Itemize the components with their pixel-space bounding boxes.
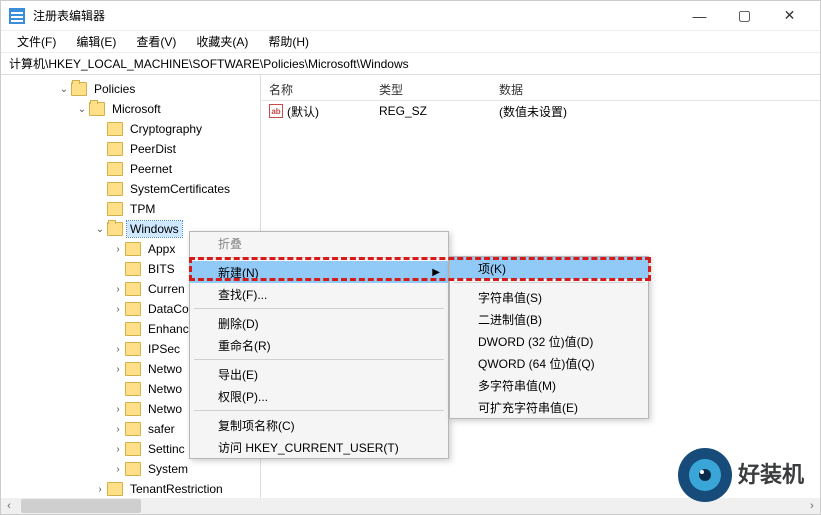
folder-icon [71,82,87,96]
chevron-right-icon[interactable]: › [111,444,125,455]
window: 注册表编辑器 — ▢ ✕ 文件(F) 编辑(E) 查看(V) 收藏夹(A) 帮助… [0,0,821,515]
ctx-new-multistring[interactable]: 多字符串值(M) [450,374,648,396]
chevron-right-icon[interactable]: › [111,404,125,415]
value-row[interactable]: ab (默认) REG_SZ (数值未设置) [261,101,820,121]
folder-icon [125,302,141,316]
folder-icon [107,142,123,156]
tree-item[interactable]: Peernet [1,159,260,179]
chevron-down-icon[interactable]: ⌄ [93,224,107,235]
folder-icon [125,462,141,476]
regedit-icon [9,8,25,24]
chevron-right-icon[interactable]: › [111,364,125,375]
value-name: (默认) [287,103,319,120]
chevron-right-icon[interactable]: › [111,424,125,435]
menu-favorites[interactable]: 收藏夹(A) [188,31,256,52]
chevron-right-icon[interactable]: › [111,284,125,295]
folder-icon [107,222,123,236]
ctx-new-dword[interactable]: DWORD (32 位)值(D) [450,330,648,352]
tree-item[interactable]: SystemCertificates [1,179,260,199]
chevron-right-icon[interactable]: › [111,344,125,355]
context-submenu-new: 项(K) 字符串值(S) 二进制值(B) DWORD (32 位)值(D) QW… [449,256,649,419]
ctx-collapse[interactable]: 折叠 [190,232,448,254]
tree-item[interactable]: PeerDist [1,139,260,159]
ctx-permissions[interactable]: 权限(P)... [190,385,448,407]
folder-icon [125,242,141,256]
window-title: 注册表编辑器 [33,7,677,24]
separator [194,308,444,309]
separator [194,257,444,258]
ctx-goto-hkcu[interactable]: 访问 HKEY_CURRENT_USER(T) [190,436,448,458]
separator [454,282,644,283]
folder-icon [125,402,141,416]
watermark-logo: 好装机 [678,448,804,502]
scroll-left-icon[interactable]: ‹ [1,500,17,512]
value-type: REG_SZ [379,104,499,118]
menu-help[interactable]: 帮助(H) [260,31,317,52]
folder-icon [125,262,141,276]
scroll-thumb[interactable] [21,499,141,513]
column-headers: 名称 类型 数据 [261,79,820,101]
chevron-right-icon[interactable]: › [111,244,125,255]
tree-item-policies[interactable]: ⌄Policies [1,79,260,99]
address-text: 计算机\HKEY_LOCAL_MACHINE\SOFTWARE\Policies… [9,55,409,72]
folder-icon [125,342,141,356]
ctx-new-qword[interactable]: QWORD (64 位)值(Q) [450,352,648,374]
titlebar: 注册表编辑器 — ▢ ✕ [1,1,820,31]
menu-view[interactable]: 查看(V) [128,31,184,52]
submenu-arrow-icon: ▶ [432,267,440,278]
col-data[interactable]: 数据 [499,81,820,98]
close-button[interactable]: ✕ [767,2,812,30]
folder-icon [125,422,141,436]
chevron-down-icon[interactable]: ⌄ [75,104,89,115]
tree-item[interactable]: TPM [1,199,260,219]
window-controls: — ▢ ✕ [677,2,812,30]
ctx-export[interactable]: 导出(E) [190,363,448,385]
ctx-new-expandstring[interactable]: 可扩充字符串值(E) [450,396,648,418]
logo-text: 好装机 [738,464,804,486]
menu-edit[interactable]: 编辑(E) [68,31,124,52]
ctx-new-binary[interactable]: 二进制值(B) [450,308,648,330]
ctx-new[interactable]: 新建(N)▶ [190,261,448,283]
menubar: 文件(F) 编辑(E) 查看(V) 收藏夹(A) 帮助(H) [1,31,820,53]
folder-icon [107,182,123,196]
folder-icon [125,362,141,376]
ctx-find[interactable]: 查找(F)... [190,283,448,305]
folder-icon [89,102,105,116]
folder-icon [125,282,141,296]
chevron-right-icon[interactable]: › [111,304,125,315]
folder-icon [125,382,141,396]
value-data: (数值未设置) [499,103,820,120]
tree-scrollbar[interactable]: ‹ › [1,498,261,514]
string-value-icon: ab [269,104,283,118]
folder-icon [107,202,123,216]
ctx-delete[interactable]: 删除(D) [190,312,448,334]
tree-item[interactable]: ›TenantRestriction [1,479,260,499]
folder-icon [125,442,141,456]
ctx-rename[interactable]: 重命名(R) [190,334,448,356]
tree-item[interactable]: ›System [1,459,260,479]
col-type[interactable]: 类型 [379,81,499,98]
chevron-right-icon[interactable]: › [93,484,107,495]
ctx-new-string[interactable]: 字符串值(S) [450,286,648,308]
tree-item[interactable]: Cryptography [1,119,260,139]
address-bar[interactable]: 计算机\HKEY_LOCAL_MACHINE\SOFTWARE\Policies… [1,53,820,75]
folder-icon [107,162,123,176]
separator [194,359,444,360]
separator [194,410,444,411]
col-name[interactable]: 名称 [269,81,379,98]
ctx-copy-key-name[interactable]: 复制项名称(C) [190,414,448,436]
folder-icon [125,322,141,336]
context-menu: 折叠 新建(N)▶ 查找(F)... 删除(D) 重命名(R) 导出(E) 权限… [189,231,449,459]
tree-item-microsoft[interactable]: ⌄Microsoft [1,99,260,119]
ctx-new-key[interactable]: 项(K) [450,257,648,279]
menu-file[interactable]: 文件(F) [9,31,64,52]
folder-icon [107,482,123,496]
logo-eye-icon [678,448,732,502]
minimize-button[interactable]: — [677,2,722,30]
maximize-button[interactable]: ▢ [722,2,767,30]
chevron-right-icon[interactable]: › [111,464,125,475]
chevron-down-icon[interactable]: ⌄ [57,84,71,95]
folder-icon [107,122,123,136]
